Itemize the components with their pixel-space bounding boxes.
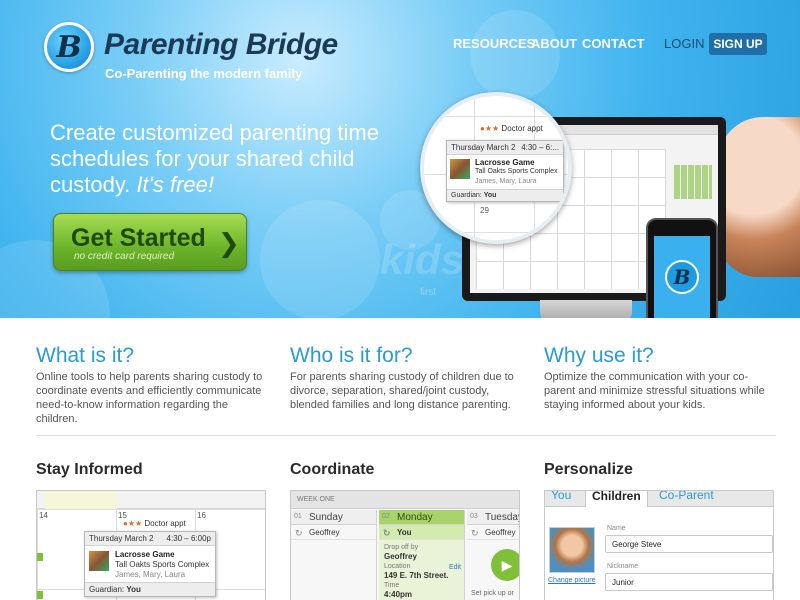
event-popup: Thursday March 2 4:30 – 6:... Lacrosse Ga… bbox=[446, 140, 564, 202]
day-number: 16 bbox=[197, 511, 206, 520]
car-icon: ▶ bbox=[491, 549, 519, 581]
calendar-header bbox=[37, 491, 265, 509]
child-photo bbox=[718, 117, 800, 277]
event-popup: Thursday March 2 4:30 – 6:00p Lacrosse Ga… bbox=[84, 531, 216, 597]
event-location: Tall Oakts Sports Complex bbox=[115, 560, 210, 569]
popup-body: Lacrosse Game Tall Oakts Sports Complex … bbox=[447, 155, 563, 189]
swap-icon: ↻ bbox=[295, 528, 303, 538]
custody-row: ↻ You bbox=[379, 525, 464, 540]
name-label: Name bbox=[607, 525, 626, 532]
mini-calendar bbox=[674, 165, 712, 199]
custody-marker bbox=[37, 591, 43, 599]
calendar-header-highlight bbox=[45, 491, 117, 509]
login-link[interactable]: LOGIN bbox=[664, 36, 704, 51]
coordinate-heading: Coordinate bbox=[290, 461, 375, 478]
what-is-it-text: Online tools to help parents sharing cus… bbox=[36, 371, 263, 425]
what-is-it-heading: What is it? bbox=[36, 344, 135, 367]
tab-children[interactable]: Children bbox=[585, 491, 648, 507]
personalize-panel: You Children Co-Parent Change picture Na… bbox=[544, 490, 774, 600]
popup-header: Thursday March 2 4:30 – 6:... bbox=[447, 141, 563, 155]
popup-header: Thursday March 2 4:30 – 6:00p bbox=[85, 532, 215, 546]
coordinate-week-view: WEEK ONE 01 Sunday ↻ Geoffrey 02 Monday ↻ Yo… bbox=[290, 490, 520, 600]
swap-icon: ↻ bbox=[383, 528, 391, 538]
phone-screen: B bbox=[654, 236, 710, 318]
day-column-monday[interactable]: 02 Monday ↻ You Edit Drop off by Geoffrey … bbox=[379, 510, 465, 600]
brand-name[interactable]: Parenting Bridge bbox=[104, 28, 338, 62]
week-label: WEEK ONE bbox=[291, 491, 519, 509]
event-thumbnail bbox=[89, 551, 109, 571]
bokeh-circle bbox=[470, 10, 560, 100]
phone-mockup: B bbox=[646, 218, 718, 318]
monitor-stand bbox=[540, 300, 632, 318]
child-avatar bbox=[549, 527, 595, 573]
why-use-it-text: Optimize the communication with your co-… bbox=[544, 371, 765, 411]
why-use-it-heading: Why use it? bbox=[544, 344, 654, 367]
day-number: 29 bbox=[480, 206, 489, 215]
swap-icon: ↻ bbox=[471, 528, 479, 538]
appointment-label: ●★★ Doctor appt bbox=[480, 124, 543, 133]
popup-footer: Guardian: You bbox=[85, 582, 215, 596]
get-started-button[interactable]: Get Started no credit card required ❯ bbox=[53, 213, 247, 271]
brand-tagline: Co-Parenting the modern family bbox=[105, 66, 303, 81]
pickup-note: Set pick up or bbox=[471, 590, 514, 597]
kids-watermark: kids bbox=[380, 236, 465, 283]
nav-resources[interactable]: RESOURCES bbox=[453, 36, 535, 51]
popup-footer: Guardian: You bbox=[447, 189, 563, 201]
event-title: Lacrosse Game bbox=[475, 158, 535, 167]
day-header: 01 Sunday bbox=[291, 510, 376, 525]
chevron-right-icon: ❯ bbox=[218, 228, 240, 258]
event-people: James, Mary, Laura bbox=[475, 178, 537, 185]
nav-about[interactable]: ABOUT bbox=[531, 36, 577, 51]
event-people: James, Mary, Laura bbox=[115, 570, 186, 579]
event-title: Lacrosse Game bbox=[115, 550, 175, 559]
event-location: Tall Oakts Sports Complex bbox=[475, 168, 558, 175]
tab-co-parent[interactable]: Co-Parent bbox=[659, 491, 714, 502]
custody-row: ↻ Geoffrey bbox=[467, 525, 519, 540]
logo-icon: B bbox=[665, 260, 699, 294]
profile-tabs: You Children Co-Parent bbox=[545, 491, 773, 507]
tab-you[interactable]: You bbox=[551, 491, 571, 502]
hero-headline: Create customized parenting time schedul… bbox=[50, 120, 379, 197]
day-header: 03 Tuesday bbox=[467, 510, 519, 525]
stay-informed-heading: Stay Informed bbox=[36, 461, 143, 478]
popup-body: Lacrosse Game Tall Oakts Sports Complex … bbox=[85, 546, 215, 582]
stay-informed-calendar: 14 15 16 ●★★ Doctor appt Thursday March … bbox=[36, 490, 266, 600]
event-thumbnail bbox=[450, 159, 470, 179]
custody-row: ↻ Geoffrey bbox=[291, 525, 376, 540]
bokeh-circle bbox=[260, 200, 380, 318]
logo-icon[interactable]: B bbox=[44, 22, 94, 72]
nickname-label: Nickname bbox=[607, 563, 639, 570]
nickname-field[interactable]: Junior bbox=[605, 573, 773, 591]
magnifier-lens: ●★★ Doctor appt 29 Thursday March 2 4:30 … bbox=[420, 92, 572, 244]
who-is-it-for-text: For parents sharing custody of children … bbox=[290, 371, 514, 411]
no-credit-card-note: no credit card required bbox=[74, 251, 175, 262]
day-column-sunday[interactable]: 01 Sunday ↻ Geoffrey bbox=[291, 510, 377, 600]
change-picture-link[interactable]: Change picture bbox=[548, 577, 595, 584]
section-divider bbox=[36, 435, 776, 436]
get-started-label: Get Started bbox=[71, 224, 206, 252]
nav-contact[interactable]: CONTACT bbox=[582, 36, 645, 51]
appointment-label: ●★★ Doctor appt bbox=[123, 519, 186, 528]
kids-watermark-sub: first bbox=[420, 287, 437, 298]
edit-link[interactable]: Edit bbox=[449, 564, 461, 571]
signup-button[interactable]: SIGN UP bbox=[709, 33, 767, 55]
who-is-it-for-heading: Who is it for? bbox=[290, 344, 413, 367]
hero-banner: B Parenting Bridge Co-Parenting the mode… bbox=[0, 0, 800, 318]
name-field[interactable]: George Steve bbox=[605, 535, 773, 553]
custody-marker bbox=[37, 553, 43, 561]
day-header: 02 Monday bbox=[379, 510, 464, 525]
day-number: 14 bbox=[39, 511, 48, 520]
personalize-heading: Personalize bbox=[544, 461, 633, 478]
